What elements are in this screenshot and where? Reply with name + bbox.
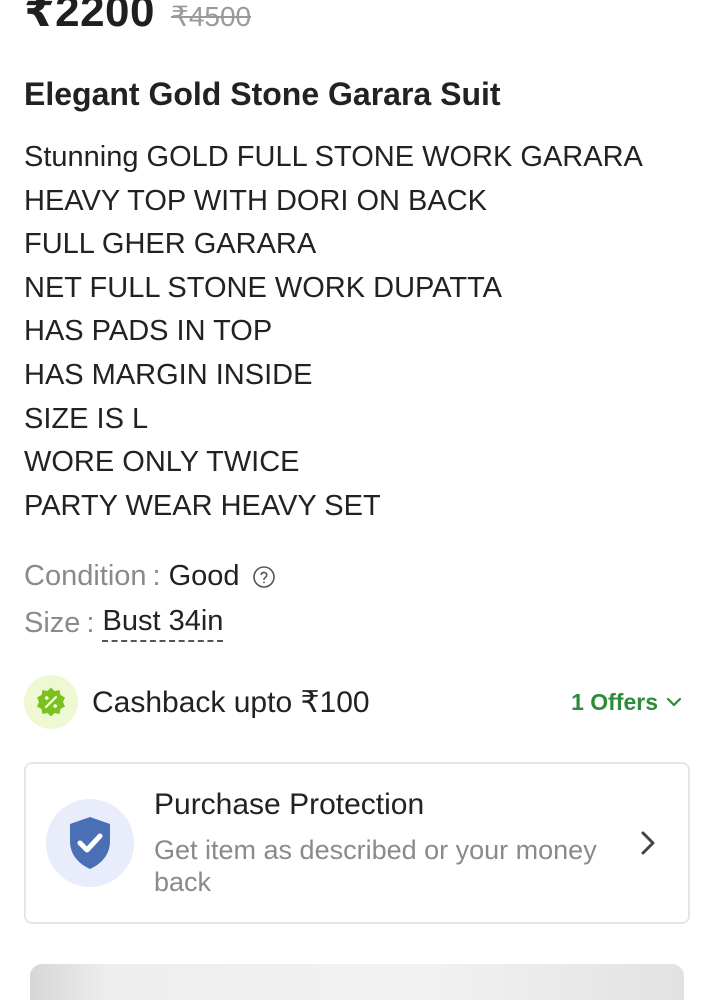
chevron-down-icon [666,697,682,707]
description-line: PARTY WEAR HEAVY SET [24,489,381,522]
condition-value: Good [168,560,240,592]
price-row: ₹2200 ₹4500 [24,0,251,37]
percent-badge-icon [24,675,78,729]
condition-separator: : [152,560,161,592]
protection-title: Purchase Protection [154,788,425,821]
product-title: Elegant Gold Stone Garara Suit [24,76,501,112]
cashback-text: Cashback upto ₹100 [92,685,370,719]
help-circle-icon[interactable] [252,565,276,589]
description-line: HEAVY TOP WITH DORI ON BACK [24,184,488,217]
protection-subtitle: Get item as described or your money back [154,835,597,897]
condition-row: Condition : Good [24,560,276,593]
size-label: Size [24,606,81,639]
description-line: HAS MARGIN INSIDE [24,358,313,391]
purchase-protection-card[interactable]: Purchase Protection Get item as describe… [24,762,690,924]
shield-check-icon [46,799,134,887]
description-line: Stunning GOLD FULL STONE WORK GARARA [24,141,643,173]
description-line: SIZE IS L [24,402,149,435]
cashback-row[interactable]: Cashback upto ₹100 1 Offers [24,674,690,730]
description-line: WORE ONLY TWICE [24,446,300,479]
product-details-page: ₹2200 ₹4500 Elegant Gold Stone Garara Su… [0,0,714,1000]
size-row: Size : Bust 34in [24,604,224,642]
product-description: Stunning GOLD FULL STONE WORK GARARA HEA… [24,136,694,528]
current-price: ₹2200 [24,0,155,36]
description-line: NET FULL STONE WORK DUPATTA [24,271,503,304]
offers-label: 1 Offers [571,688,658,715]
description-line: HAS PADS IN TOP [24,315,273,348]
size-value-link[interactable]: Bust 34in [102,604,224,642]
description-line: FULL GHER GARARA [24,228,317,261]
next-section-card [30,964,684,1000]
original-price: ₹4500 [171,1,252,32]
chevron-right-icon [638,828,658,858]
condition-label: Condition [24,560,147,592]
offers-dropdown[interactable]: 1 Offers [571,689,682,716]
size-separator: : [86,606,95,639]
protection-text: Purchase Protection Get item as describe… [154,788,688,898]
